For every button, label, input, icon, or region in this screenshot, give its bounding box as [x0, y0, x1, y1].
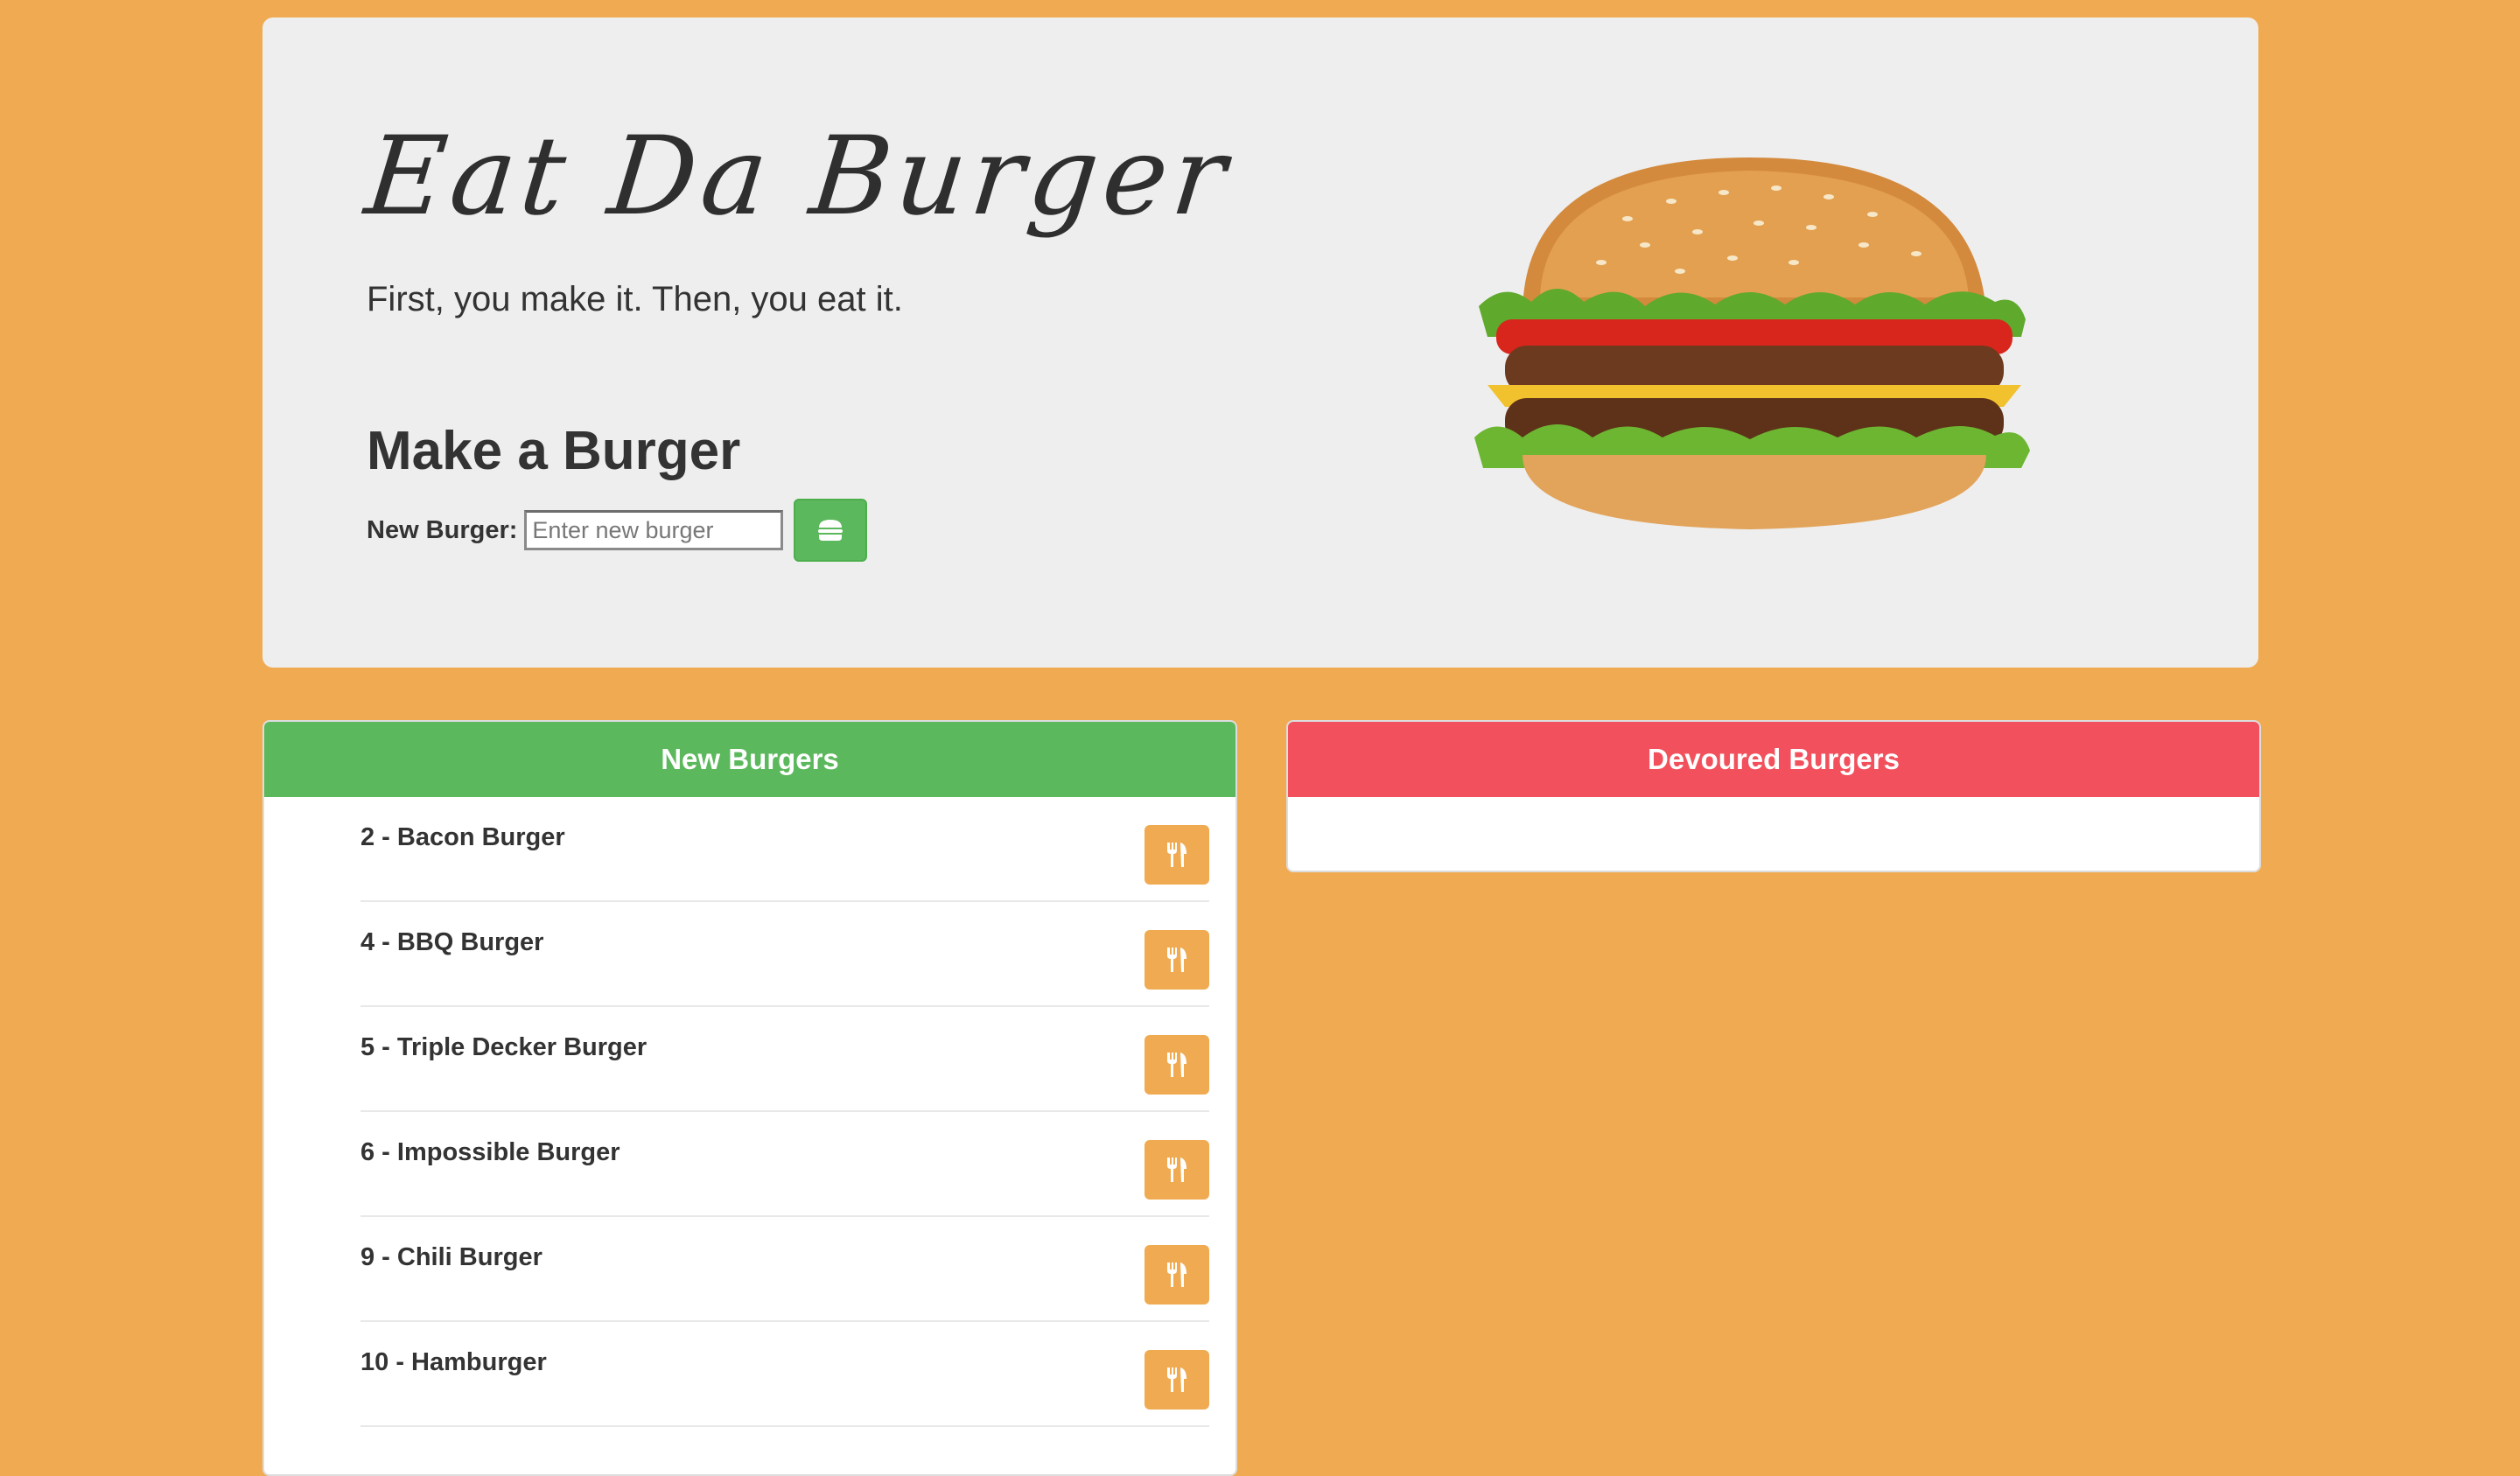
burger-label: 6 - Impossible Burger	[360, 1138, 620, 1166]
list-item: 10 - Hamburger	[360, 1322, 1209, 1427]
list-item: 5 - Triple Decker Burger	[360, 1007, 1209, 1112]
burger-label: 5 - Triple Decker Burger	[360, 1033, 648, 1061]
devour-button[interactable]	[1144, 930, 1209, 990]
devoured-burgers-panel: Devoured Burgers	[1286, 720, 2261, 872]
burger-label: 9 - Chili Burger	[360, 1243, 542, 1271]
jumbotron: Eat Da Burger First, you make it. Then, …	[262, 17, 2258, 668]
new-burgers-list: 2 - Bacon Burger 4 - BBQ Burger 5 - Trip…	[264, 797, 1236, 1427]
utensils-icon	[1167, 948, 1186, 972]
burger-label: 2 - Bacon Burger	[360, 823, 565, 851]
new-burgers-header: New Burgers	[264, 722, 1236, 797]
list-item: 6 - Impossible Burger	[360, 1112, 1209, 1217]
utensils-icon	[1167, 1158, 1186, 1182]
utensils-icon	[1167, 1053, 1186, 1077]
list-item: 2 - Bacon Burger	[360, 797, 1209, 902]
utensils-icon	[1167, 1368, 1186, 1392]
list-item: 4 - BBQ Burger	[360, 902, 1209, 1007]
new-burger-label: New Burger:	[367, 515, 518, 544]
devoured-burgers-header: Devoured Burgers	[1288, 722, 2259, 797]
burger-label: 4 - BBQ Burger	[360, 928, 544, 956]
burger-label: 10 - Hamburger	[360, 1348, 547, 1376]
new-burger-input[interactable]	[524, 510, 784, 550]
page-subtitle: First, you make it. Then, you eat it.	[367, 280, 903, 318]
devour-button[interactable]	[1144, 1245, 1209, 1305]
burger-icon	[818, 520, 844, 541]
add-burger-button[interactable]	[794, 499, 868, 562]
page-title: Eat Da Burger	[360, 114, 1237, 240]
make-burger-heading: Make a Burger	[367, 421, 741, 481]
devour-button[interactable]	[1144, 1350, 1209, 1410]
list-item: 9 - Chili Burger	[360, 1217, 1209, 1322]
devour-button[interactable]	[1144, 825, 1209, 885]
devour-button[interactable]	[1144, 1035, 1209, 1095]
utensils-icon	[1167, 1263, 1186, 1287]
new-burger-form: New Burger:	[367, 499, 868, 562]
burger-image	[1474, 157, 2030, 529]
utensils-icon	[1167, 843, 1186, 867]
new-burgers-panel: New Burgers 2 - Bacon Burger 4 - BBQ Bur…	[262, 720, 1237, 1476]
devour-button[interactable]	[1144, 1140, 1209, 1200]
